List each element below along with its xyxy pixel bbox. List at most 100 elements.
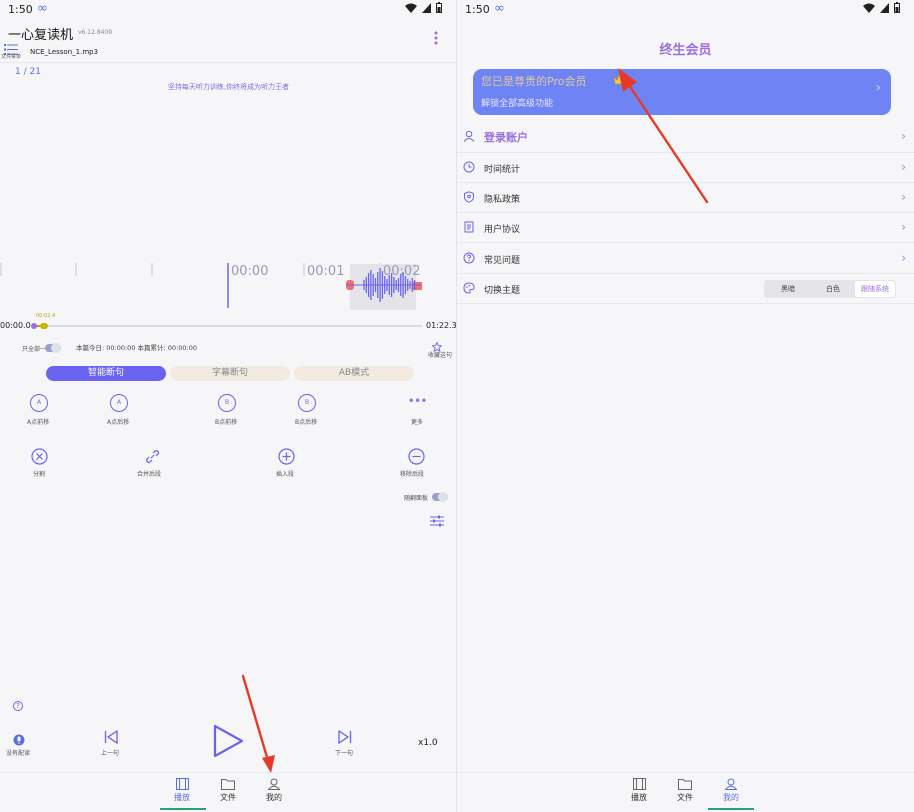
b-point-forward-label: B点后移 xyxy=(295,419,318,426)
skip-previous-icon xyxy=(104,729,118,745)
a-point-backward-button[interactable]: A xyxy=(30,394,48,412)
mode-ab[interactable]: AB模式 xyxy=(294,366,414,381)
split-x-icon xyxy=(31,448,48,465)
nav-play-label-right: 播放 xyxy=(631,793,647,802)
shield-icon xyxy=(464,191,474,203)
a-point-forward-button[interactable]: A xyxy=(110,394,128,412)
status-time-right: 1:50 xyxy=(465,3,490,16)
next-sentence-label: 下一句 xyxy=(335,750,354,757)
b-point-backward-button[interactable]: B xyxy=(218,394,236,412)
loop-toggle[interactable] xyxy=(45,343,61,353)
insert-segment-label: 插入段 xyxy=(276,471,295,478)
more-dots-icon[interactable]: ••• xyxy=(408,396,427,407)
nav-mine-label: 我的 xyxy=(266,793,282,802)
infinity-icon: ∞ xyxy=(37,1,48,16)
remove-next-label: 移除后段 xyxy=(400,471,425,478)
user-icon xyxy=(724,778,738,790)
mode-smart-split[interactable]: 智能断句 xyxy=(46,366,166,381)
vertical-dots-icon xyxy=(434,31,438,45)
file-list-label: 文件菜单 xyxy=(1,54,22,60)
menu-user-agreement-label: 用户协议 xyxy=(484,225,521,235)
progress-handle[interactable] xyxy=(40,323,48,329)
nav-files-right[interactable]: 文件 xyxy=(662,778,708,803)
infinity-icon-right: ∞ xyxy=(494,1,505,16)
insert-segment-button[interactable] xyxy=(278,448,295,469)
document-icon xyxy=(464,221,474,233)
pro-chevron-icon: › xyxy=(875,80,881,96)
status-bar: 1:50 ∞ xyxy=(0,0,456,18)
progress-bar[interactable] xyxy=(31,323,422,329)
favorite-label: 收藏这句 xyxy=(428,352,453,359)
motto-text: 坚持每天听力训练,你终将成为听力王者 xyxy=(167,83,290,91)
theme-system-option[interactable]: 跟随系统 xyxy=(855,281,895,297)
today-stats: 本篇今日: 00:00:00 本篇累计: 00:00:00 xyxy=(76,344,197,352)
theme-dark-option[interactable]: 黑暗 xyxy=(765,281,811,297)
nav-active-indicator xyxy=(160,808,206,810)
previous-sentence-button[interactable] xyxy=(104,729,118,748)
waveform-timeline[interactable]: 00:00 00:01 00:02 xyxy=(0,258,456,318)
menu-time-stats-label: 时间统计 xyxy=(484,165,521,175)
signal-icon-right xyxy=(880,2,889,13)
timeline-label-2: 00:02 xyxy=(383,264,421,279)
b-point-backward-label: B点前移 xyxy=(215,419,238,426)
more-menu-button[interactable] xyxy=(434,30,438,49)
page-indicator: 1 / 21 xyxy=(15,67,41,77)
question-circle-icon xyxy=(463,252,475,264)
settings-sliders-button[interactable] xyxy=(430,512,444,531)
signal-icon xyxy=(422,2,431,13)
chevron-right-icon: › xyxy=(901,129,906,143)
chevron-right-icon: › xyxy=(901,251,906,265)
folder-icon xyxy=(221,779,235,790)
account-icon xyxy=(463,130,475,142)
b-backward-icon: B xyxy=(218,394,236,412)
theme-white-option[interactable]: 白色 xyxy=(811,281,855,297)
wifi-icon-right xyxy=(863,3,875,13)
status-bar-right: 1:50 ∞ xyxy=(457,0,914,18)
battery-icon-right xyxy=(894,2,900,13)
status-icons xyxy=(405,2,442,13)
battery-icon xyxy=(436,2,442,13)
wifi-icon xyxy=(405,3,417,13)
follow-panel-toggle[interactable] xyxy=(432,492,448,502)
menu-faq-label: 常见问题 xyxy=(484,256,521,266)
profile-screen: 1:50 ∞ 终生会员 您已是尊贵的Pro会员 解锁全部高级功能 › 登录账户 … xyxy=(457,0,914,812)
chevron-right-icon: › xyxy=(901,160,906,174)
mode-subtitle-split[interactable]: 字幕断句 xyxy=(170,366,290,381)
a-point-backward-label: A点前移 xyxy=(27,419,50,426)
nav-play-label: 播放 xyxy=(174,793,190,802)
help-icon[interactable]: ? xyxy=(13,701,23,711)
pro-subtitle: 解锁全部高级功能 xyxy=(481,99,554,109)
split-button[interactable] xyxy=(31,448,48,469)
player-screen: 1:50 ∞ 一心复读机 v6.12.8409 文件菜单 NCE_Lesson_… xyxy=(0,0,457,812)
film-icon xyxy=(175,778,189,790)
minus-circle-icon xyxy=(408,448,425,465)
header-divider xyxy=(0,62,456,63)
previous-sentence-label: 上一句 xyxy=(101,750,120,757)
record-label: 没有配读 xyxy=(6,750,31,757)
merge-next-button[interactable] xyxy=(145,449,160,468)
next-sentence-button[interactable] xyxy=(338,729,352,748)
a-backward-icon: A xyxy=(30,394,48,412)
app-version: v6.12.8409 xyxy=(78,29,113,36)
nav-play[interactable]: 播放 xyxy=(159,778,205,803)
progress-start-knob[interactable] xyxy=(31,323,37,329)
clock-icon xyxy=(463,161,475,173)
nav-play-right[interactable]: 播放 xyxy=(616,778,662,803)
b-point-forward-button[interactable]: B xyxy=(298,394,316,412)
merge-next-label: 合并后段 xyxy=(137,471,162,478)
remove-next-button[interactable] xyxy=(408,448,425,469)
status-time: 1:50 xyxy=(8,3,33,16)
timeline-label-0: 00:00 xyxy=(231,264,269,279)
follow-panel-label: 随翻面板 xyxy=(404,495,429,502)
menu-user-agreement[interactable]: 用户协议 › xyxy=(457,213,914,243)
menu-theme: 切换主题 黑暗 白色 跟随系统 xyxy=(457,274,914,304)
progress-start-time: 00:00.0 xyxy=(0,321,31,330)
folder-icon xyxy=(678,779,692,790)
more-tools-label: 更多 xyxy=(411,419,424,426)
sliders-icon xyxy=(430,515,444,527)
nav-mine-right[interactable]: 我的 xyxy=(708,778,754,803)
menu-faq[interactable]: 常见问题 › xyxy=(457,244,914,274)
playback-speed[interactable]: x1.0 xyxy=(418,738,438,748)
nav-divider-right xyxy=(457,772,914,773)
pro-title: 您已是尊贵的Pro会员 xyxy=(481,75,587,88)
